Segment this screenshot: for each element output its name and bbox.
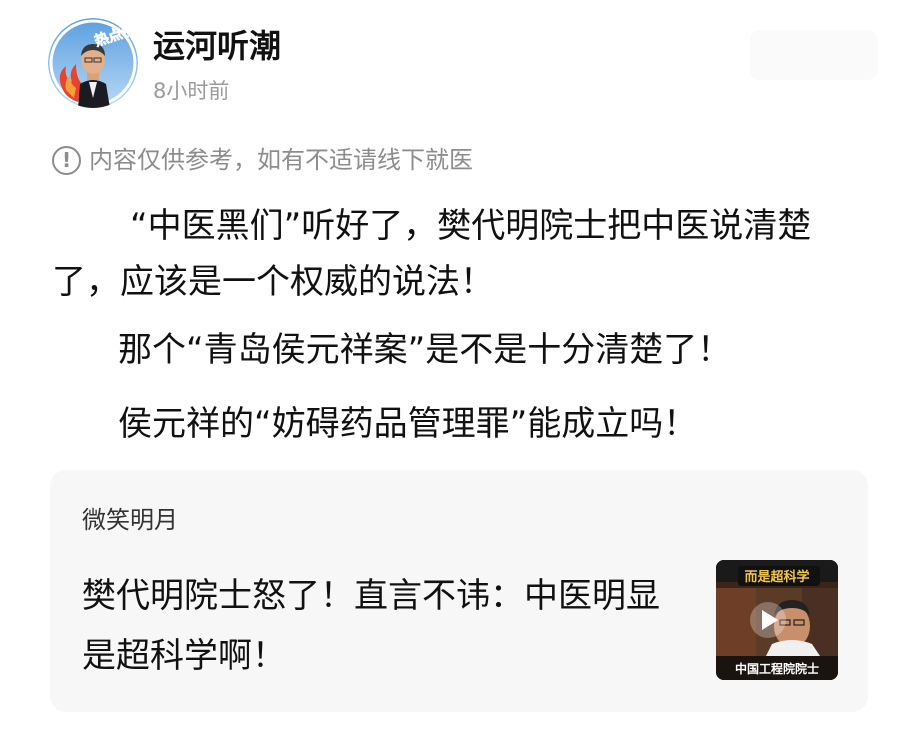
author-name[interactable]: 运河听潮: [153, 26, 281, 66]
post-paragraph: “中医黑们”听好了，樊代明院士把中医说清楚了，应该是一个权威的说法！: [52, 206, 812, 302]
avatar[interactable]: 热点侠: [48, 18, 138, 108]
thumbnail-bottom-caption: 中国工程院院士: [735, 661, 819, 676]
thumbnail-image: 而是超科学 中国工程院院士: [716, 560, 838, 680]
disclaimer-text: 内容仅供参考，如有不适请线下就医: [89, 146, 473, 174]
info-circle-icon: !: [52, 145, 81, 175]
post-timestamp: 8小时前: [153, 79, 230, 103]
quoted-article-title[interactable]: 樊代明院士怒了！直言不讳：中医明显是超科学啊！: [82, 566, 662, 686]
medical-disclaimer: ! 内容仅供参考，如有不适请线下就医: [52, 140, 473, 180]
follow-button-placeholder[interactable]: [750, 30, 878, 80]
thumbnail-top-caption: 而是超科学: [744, 569, 809, 585]
quoted-article-card[interactable]: 微笑明月 樊代明院士怒了！直言不讳：中医明显是超科学啊！ 而是超科学 中国工程院…: [50, 470, 868, 712]
avatar-image: 热点侠: [48, 18, 138, 108]
quoted-article-author[interactable]: 微笑明月: [82, 505, 178, 535]
post-paragraph: 那个“青岛侯元祥案”是不是十分清楚了！: [118, 330, 732, 370]
video-thumbnail[interactable]: 而是超科学 中国工程院院士: [716, 560, 838, 680]
post-body: “中医黑们”听好了，樊代明院士把中医说清楚了，应该是一个权威的说法！ 那个“青岛…: [52, 198, 872, 470]
post-header: 热点侠 运河听潮 8小时前: [48, 16, 878, 111]
post-paragraph: 侯元祥的“妨碍药品管理罪”能成立吗！: [118, 404, 698, 444]
